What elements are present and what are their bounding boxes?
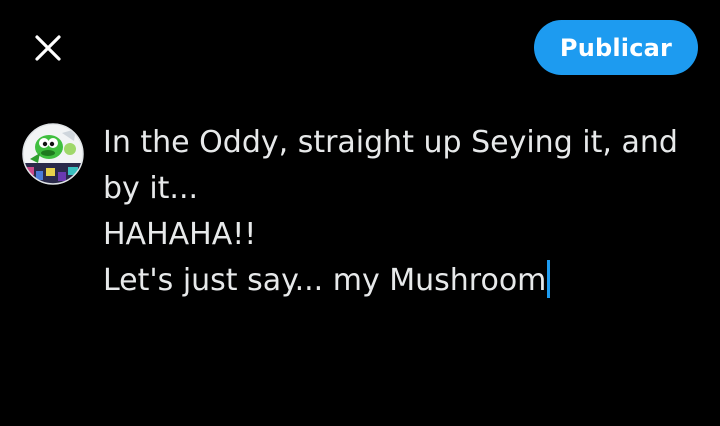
avatar-image — [22, 123, 84, 185]
compose-line: HAHAHA!! — [103, 217, 257, 252]
text-cursor — [547, 260, 551, 298]
compose-line-last: Let's just say... my Mushroom — [103, 258, 703, 304]
publish-button[interactable]: Publicar — [534, 20, 698, 75]
avatar[interactable] — [22, 123, 84, 185]
close-icon — [35, 35, 61, 61]
compose-line: In the Oddy, straight up Seying it, and — [103, 125, 678, 160]
compose-line: by it... — [103, 171, 199, 206]
compose-textarea[interactable]: In the Oddy, straight up Seying it, and … — [103, 120, 703, 304]
close-button[interactable] — [26, 26, 70, 70]
compose-line-text: Let's just say... my Mushroom — [103, 263, 547, 298]
